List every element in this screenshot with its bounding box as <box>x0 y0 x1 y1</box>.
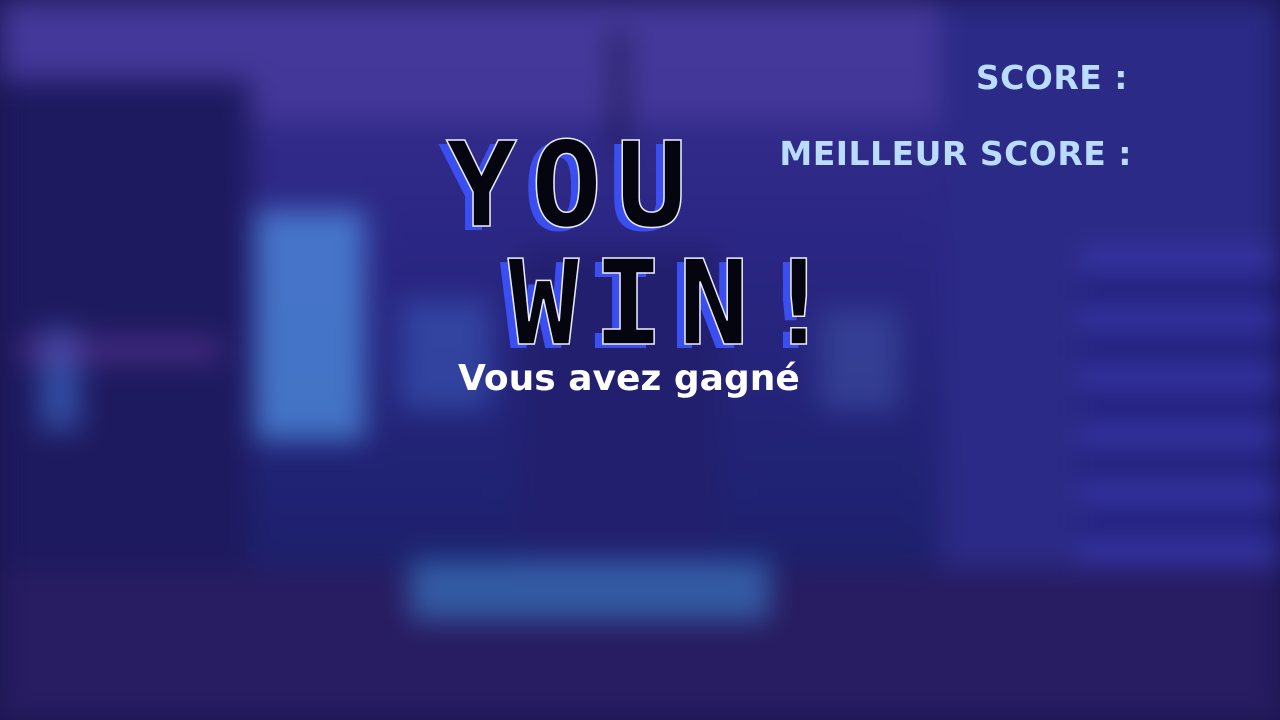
background-railing <box>20 340 220 360</box>
background-rug <box>410 560 770 620</box>
game-screen: SCORE : MEILLEUR SCORE : YOU WIN! Vous a… <box>0 0 1280 720</box>
title-you: YOU <box>445 116 702 254</box>
win-subtitle: Vous avez gagné <box>458 358 800 399</box>
best-score-label: MEILLEUR SCORE : <box>779 134 1132 173</box>
score-label: SCORE : <box>975 58 1128 97</box>
background-window <box>255 210 365 440</box>
title-win: WIN! <box>507 234 849 372</box>
